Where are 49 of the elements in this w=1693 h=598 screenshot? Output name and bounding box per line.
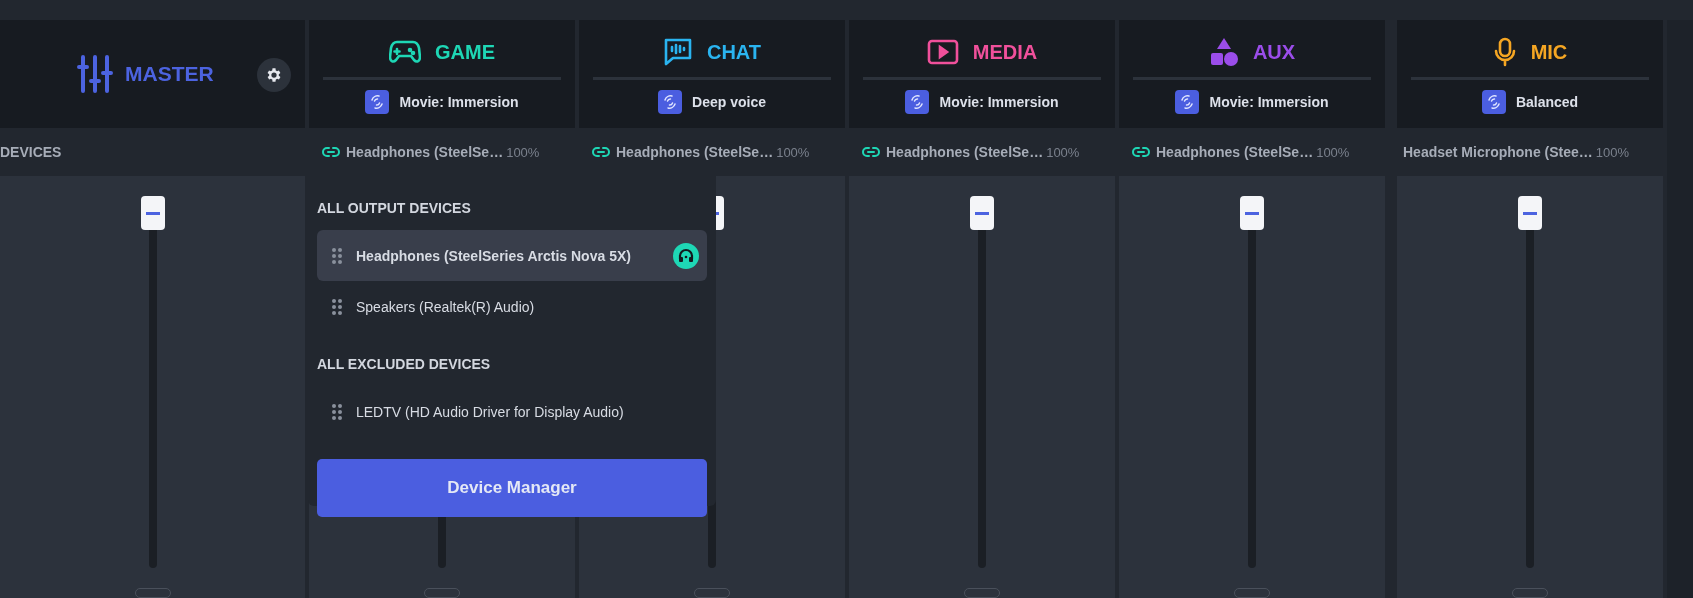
device-name[interactable]: Headset Microphone (Stee… (1403, 144, 1593, 160)
sound-preset-icon (1175, 90, 1200, 114)
preset-name[interactable]: Movie: Immersion (1209, 94, 1329, 110)
preset-name[interactable]: Balanced (1515, 94, 1579, 110)
channel-name: MASTER (125, 62, 214, 86)
drag-handle-icon (332, 247, 342, 264)
channel-name: CHAT (706, 40, 762, 64)
device-item[interactable]: Headphones (SteelSeries Arctis Nova 5X) (317, 230, 707, 281)
sound-preset-icon (1481, 90, 1506, 114)
sound-preset-icon (658, 90, 683, 114)
channel-name: MIC (1530, 40, 1568, 64)
device-name[interactable]: Headphones (SteelSe… (616, 144, 774, 160)
shapes-icon (1208, 37, 1239, 67)
volume-slider[interactable] (970, 196, 994, 568)
sound-preset-icon (905, 90, 930, 114)
chat-bubble-icon (662, 37, 693, 67)
channel-name: GAME (435, 40, 495, 64)
microphone-icon (1492, 37, 1517, 67)
preset-name[interactable]: Deep voice (692, 94, 766, 110)
device-name[interactable]: Headphones (SteelSe… (346, 144, 504, 160)
volume-percent: 100% (506, 144, 540, 160)
sound-preset-icon (365, 90, 390, 114)
device-item[interactable]: Speakers (Realtek(R) Audio) (317, 281, 707, 332)
volume-percent: 100% (776, 144, 810, 160)
settings-button[interactable] (257, 58, 291, 92)
section-title: ALL EXCLUDED DEVICES (317, 356, 492, 374)
gamepad-icon (389, 39, 421, 65)
volume-slider[interactable] (1518, 196, 1542, 568)
section-title: ALL OUTPUT DEVICES (317, 200, 472, 218)
devices-label: DEVICES (0, 144, 62, 160)
channel-name: AUX (1252, 40, 1296, 64)
volume-percent: 100% (1046, 144, 1080, 160)
volume-slider[interactable] (140, 196, 165, 568)
drag-handle-icon (332, 403, 342, 420)
device-manager-button[interactable]: Device Manager (317, 459, 707, 517)
sliders-icon (77, 53, 113, 95)
volume-slider[interactable] (1240, 196, 1264, 568)
play-icon (926, 39, 959, 65)
volume-percent: 100% (1595, 144, 1630, 160)
drag-handle-icon (332, 298, 342, 315)
device-name[interactable]: Headphones (SteelSe… (886, 144, 1044, 160)
device-name[interactable]: Headphones (SteelSe… (1156, 144, 1314, 160)
device-item[interactable]: LEDTV (HD Audio Driver for Display Audio) (317, 386, 707, 437)
channel-name: MEDIA (972, 40, 1038, 64)
settings-icon (265, 66, 283, 84)
preset-name[interactable]: Movie: Immersion (939, 94, 1059, 110)
preset-name[interactable]: Movie: Immersion (399, 94, 519, 110)
volume-percent: 100% (1316, 144, 1350, 160)
headphones-icon (673, 242, 699, 269)
